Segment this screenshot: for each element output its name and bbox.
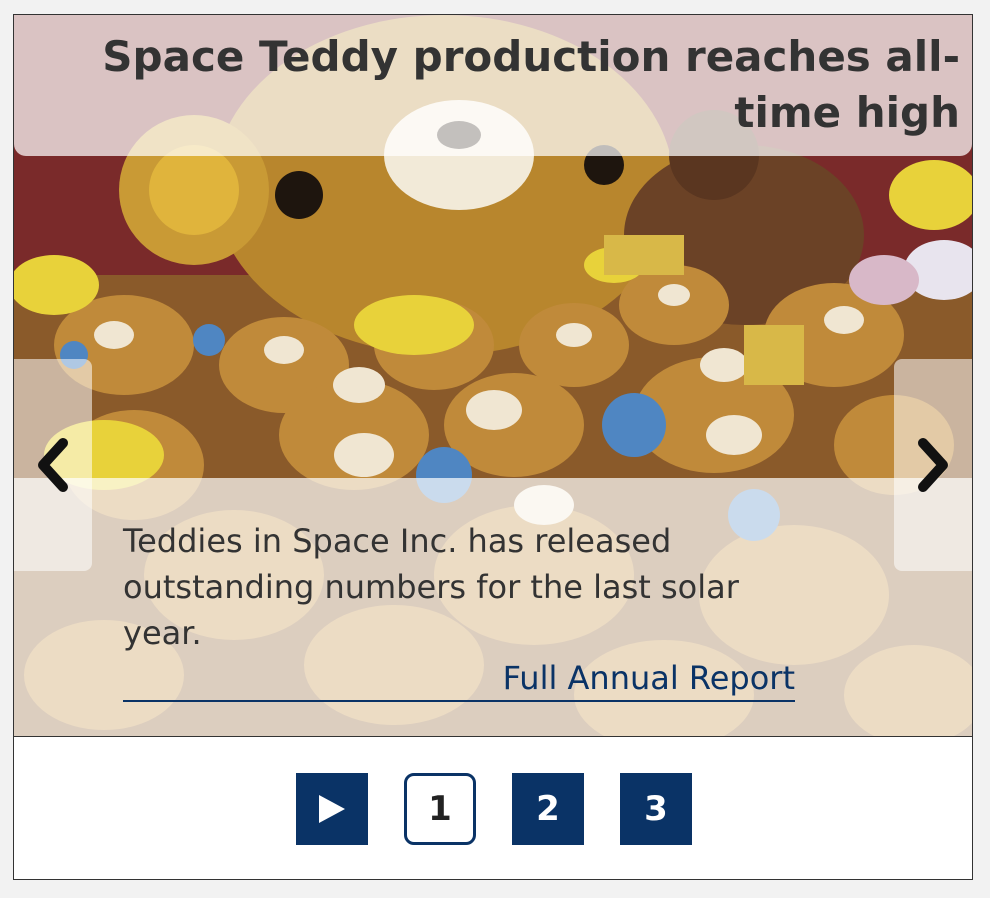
slideshow: Space Teddy production reaches all-time … [13, 14, 973, 880]
next-slide-button[interactable] [894, 359, 972, 571]
page-button-3[interactable]: 3 [620, 773, 692, 845]
slide: Space Teddy production reaches all-time … [14, 15, 972, 737]
page-button-1[interactable]: 1 [404, 773, 476, 845]
page-button-2[interactable]: 2 [512, 773, 584, 845]
chevron-left-icon [38, 438, 68, 492]
play-icon [319, 795, 345, 823]
chevron-right-icon [918, 438, 948, 492]
slideshow-controls: 1 2 3 [14, 737, 972, 879]
slide-caption: Teddies in Space Inc. has released outst… [123, 522, 739, 652]
slide-headline: Space Teddy production reaches all-time … [102, 32, 960, 137]
full-annual-report-link[interactable]: Full Annual Report [123, 658, 795, 702]
previous-slide-button[interactable] [14, 359, 92, 571]
caption-bar: Teddies in Space Inc. has released outst… [14, 478, 972, 736]
play-button[interactable] [296, 773, 368, 845]
headline-bar: Space Teddy production reaches all-time … [14, 15, 972, 156]
